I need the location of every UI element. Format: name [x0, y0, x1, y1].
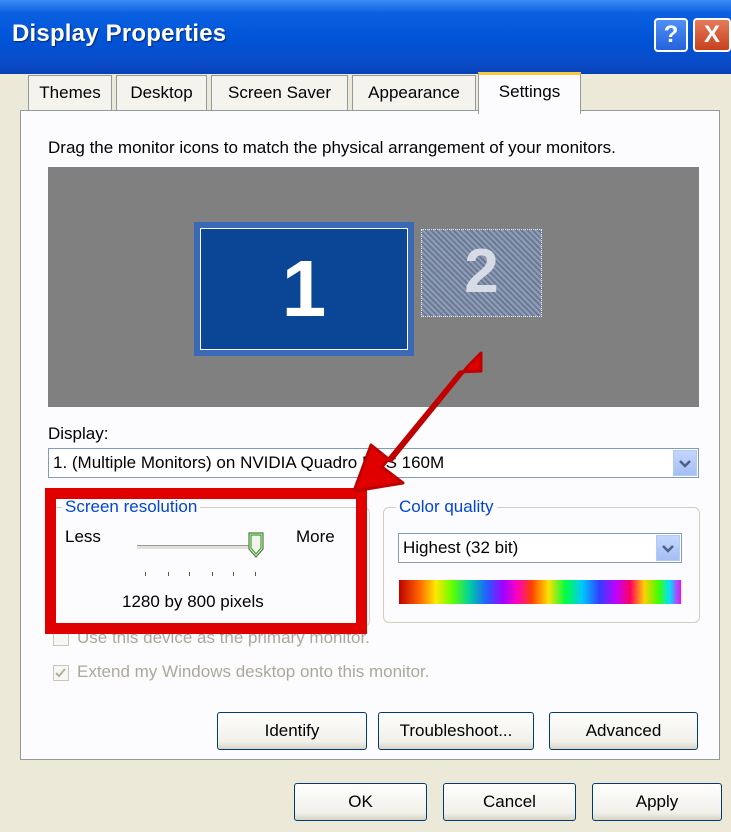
tab-settings[interactable]: Settings: [478, 72, 581, 114]
annotation-arrow: [352, 351, 483, 493]
